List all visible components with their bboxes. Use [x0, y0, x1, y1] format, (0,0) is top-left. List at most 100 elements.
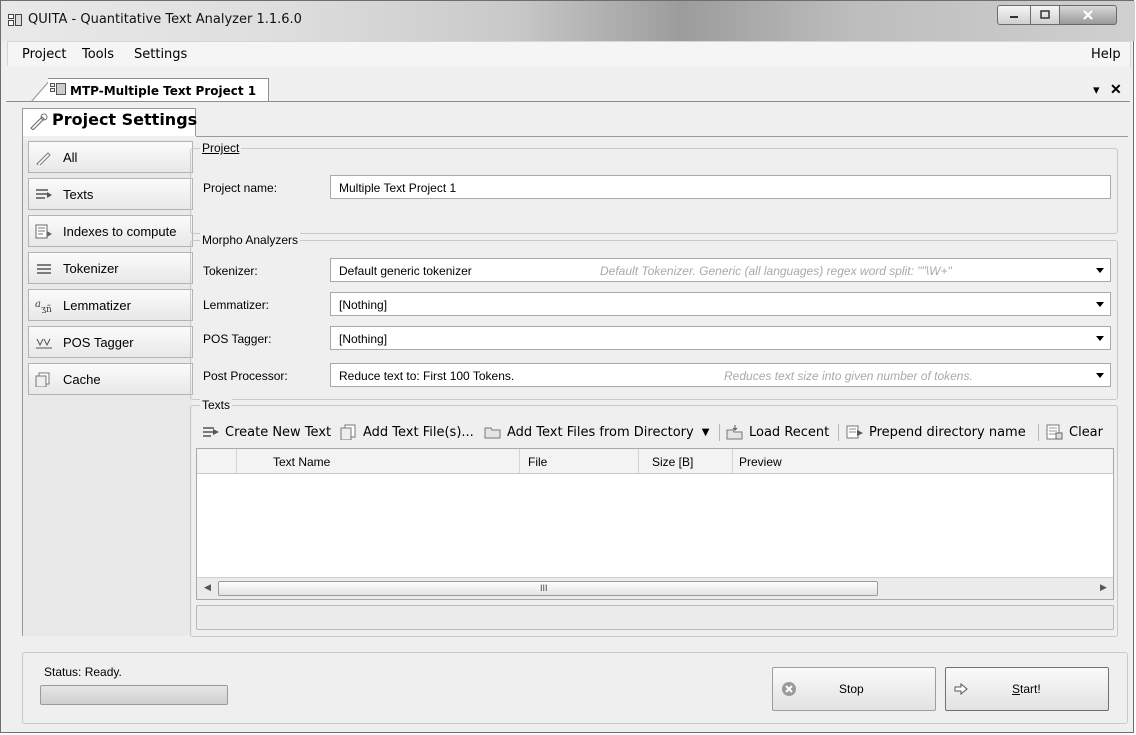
status-text: Status: Ready.: [44, 665, 122, 679]
settings-divider: [196, 136, 1128, 137]
lemmatizer-label: Lemmatizer:: [203, 298, 270, 312]
prepend-directory-button[interactable]: Prepend directory name: [846, 421, 1026, 443]
nav-item-indexes[interactable]: Indexes to compute: [28, 215, 193, 247]
texts-group-title: Texts: [200, 398, 233, 412]
clear-icon: [1046, 424, 1063, 440]
prepend-icon: [846, 425, 863, 439]
nav-item-label: Cache: [63, 372, 101, 387]
stop-icon: [782, 682, 796, 696]
add-files-icon: [340, 424, 356, 440]
post-processor-label: Post Processor:: [203, 369, 288, 383]
add-text-files-button[interactable]: Add Text File(s)...: [340, 421, 474, 443]
tab-menu-icon[interactable]: ▾: [1093, 82, 1100, 98]
add-from-directory-button[interactable]: Add Text Files from Directory ▼: [484, 421, 709, 443]
window-title: QUITA - Quantitative Text Analyzer 1.1.6…: [28, 12, 302, 27]
maximize-icon: [1040, 10, 1050, 19]
close-window-button[interactable]: [1059, 5, 1117, 25]
app-icon: [8, 14, 22, 26]
column-header-size[interactable]: Size [B]: [639, 449, 733, 473]
chevron-down-icon: [1096, 373, 1104, 378]
menu-project[interactable]: Project: [22, 47, 66, 62]
post-processor-value: Reduce text to: First 100 Tokens.: [339, 369, 515, 383]
close-icon: [1083, 10, 1093, 20]
nav-item-label: Tokenizer: [63, 261, 119, 276]
chevron-down-icon: [1096, 268, 1104, 273]
minimize-icon: [1010, 16, 1018, 18]
add-text-files-label: Add Text File(s)...: [363, 424, 474, 440]
clear-button[interactable]: Clear: [1046, 421, 1103, 443]
project-name-value: Multiple Text Project 1: [339, 181, 457, 195]
clear-label: Clear: [1069, 424, 1103, 440]
column-header-preview[interactable]: Preview: [733, 449, 1113, 473]
project-group-title: Project: [200, 141, 242, 155]
column-label: Preview: [739, 455, 782, 469]
post-processor-select[interactable]: Reduce text to: First 100 Tokens. Reduce…: [330, 363, 1111, 387]
morpho-group-title: Morpho Analyzers: [200, 233, 301, 247]
pencil-icon: [36, 152, 51, 165]
title-bar[interactable]: QUITA - Quantitative Text Analyzer 1.1.6…: [1, 1, 1135, 41]
tokenizer-select[interactable]: Default generic tokenizer Default Tokeni…: [330, 258, 1111, 282]
column-label: Size [B]: [652, 455, 694, 469]
indexes-icon: [35, 224, 52, 239]
prepend-directory-label: Prepend directory name: [869, 424, 1026, 440]
lemmatizer-value: [Nothing]: [339, 298, 388, 312]
tokenizer-hint: Default Tokenizer. Generic (all language…: [600, 264, 952, 278]
scrollbar-thumb[interactable]: III: [218, 581, 878, 596]
nav-item-texts[interactable]: Texts: [28, 178, 193, 210]
nav-item-tokenizer[interactable]: Tokenizer: [28, 252, 193, 284]
nav-item-label: All: [63, 150, 78, 165]
pos-tagger-icon: [36, 338, 52, 349]
start-button[interactable]: Start!: [945, 667, 1109, 711]
load-recent-button[interactable]: Load Recent: [726, 421, 829, 443]
nav-item-lemmatizer[interactable]: a ʓñ Lemmatizer: [28, 289, 193, 321]
project-settings-tab-label: Project Settings: [52, 110, 198, 129]
nav-item-all[interactable]: All: [28, 141, 193, 173]
chevron-down-icon: [1096, 302, 1104, 307]
lemmatizer-select[interactable]: [Nothing]: [330, 292, 1111, 316]
menu-settings[interactable]: Settings: [134, 47, 187, 62]
maximize-button[interactable]: [1030, 5, 1060, 25]
chevron-down-icon: [1096, 336, 1104, 341]
tab-close-icon[interactable]: ✕: [1110, 81, 1122, 98]
status-progress-bar: [40, 685, 228, 705]
column-header-file[interactable]: File: [520, 449, 639, 473]
nav-item-pos-tagger[interactable]: POS Tagger: [28, 326, 193, 358]
stop-button[interactable]: Stop: [772, 667, 936, 711]
nav-item-cache[interactable]: Cache: [28, 363, 193, 395]
dropdown-arrow-icon[interactable]: ▼: [702, 427, 710, 438]
scroll-left-icon[interactable]: ◀: [204, 582, 211, 593]
column-label: File: [528, 455, 548, 469]
toolbar-separator: [1038, 424, 1039, 441]
start-label-rest: tart!: [1020, 682, 1041, 696]
start-label: Start!: [1012, 682, 1041, 696]
scroll-right-icon[interactable]: ▶: [1100, 582, 1107, 593]
create-text-icon: [203, 427, 219, 437]
texts-table[interactable]: Text Name File Size [B] Preview ◀ III ▶: [196, 448, 1114, 600]
nav-item-label: Texts: [63, 187, 94, 202]
table-header: Text Name File Size [B] Preview: [197, 449, 1113, 474]
pos-tagger-value: [Nothing]: [339, 332, 388, 346]
menu-help[interactable]: Help: [1091, 47, 1121, 62]
create-new-text-label: Create New Text: [225, 424, 332, 440]
minimize-button[interactable]: [997, 5, 1031, 25]
project-name-input[interactable]: Multiple Text Project 1: [330, 175, 1111, 199]
svg-text:ʓñ: ʓñ: [41, 305, 52, 313]
lemmatizer-icon: a ʓñ: [35, 299, 52, 313]
horizontal-scrollbar[interactable]: ◀ III ▶: [197, 577, 1113, 599]
create-new-text-button[interactable]: Create New Text: [202, 421, 331, 443]
toolbar-separator: [719, 424, 720, 441]
column-header-text-name[interactable]: Text Name: [237, 449, 520, 473]
cache-icon: [35, 372, 50, 387]
texts-status-strip: [196, 605, 1114, 630]
project-name-label: Project name:: [203, 181, 278, 195]
scroll-grip-icon: III: [540, 583, 548, 593]
add-from-directory-label: Add Text Files from Directory: [507, 424, 694, 440]
nav-item-label: Lemmatizer: [63, 298, 131, 313]
tokenizer-label: Tokenizer:: [203, 264, 258, 278]
load-recent-icon: [726, 425, 743, 440]
row-header-column: [197, 449, 237, 473]
menu-bar: Project Tools Settings Help: [7, 41, 1131, 67]
pos-tagger-select[interactable]: [Nothing]: [330, 326, 1111, 350]
tokenizer-value: Default generic tokenizer: [339, 264, 472, 278]
menu-tools[interactable]: Tools: [82, 47, 114, 62]
